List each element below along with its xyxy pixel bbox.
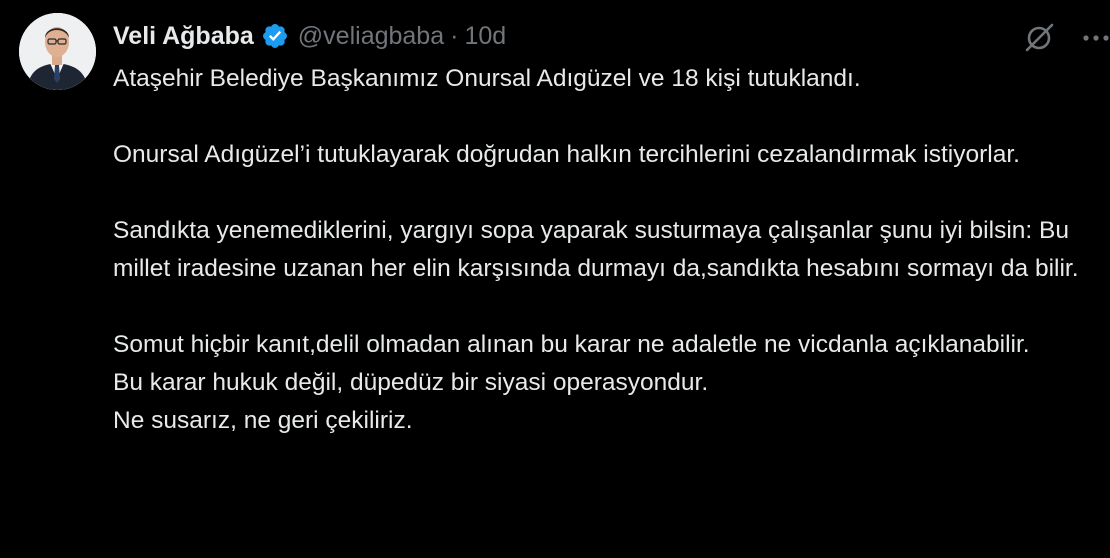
tweet-header: Veli Ağbaba @veliagbaba · 10d <box>113 18 506 54</box>
tweet-paragraph: Ataşehir Belediye Başkanımız Onursal Adı… <box>113 65 861 92</box>
tweet[interactable]: Veli Ağbaba @veliagbaba · 10d Ataşehir B… <box>0 0 1110 558</box>
tweet-paragraph: Ne susarız, ne geri çekiliriz. <box>113 407 413 434</box>
more-options-icon[interactable] <box>1074 24 1110 52</box>
avatar[interactable] <box>19 13 96 90</box>
separator-dot: · <box>450 21 459 50</box>
author-display-name[interactable]: Veli Ağbaba <box>113 22 254 51</box>
tweet-paragraph: Sandıkta yenemediklerini, yargıyı sopa y… <box>113 217 1079 282</box>
author-handle[interactable]: @veliagbaba <box>298 22 444 51</box>
grok-icon[interactable] <box>1022 20 1056 54</box>
tweet-text: Ataşehir Belediye Başkanımız Onursal Adı… <box>113 60 1108 440</box>
verified-badge-icon[interactable] <box>261 22 289 50</box>
tweet-paragraph: Somut hiçbir kanıt,delil olmadan alınan … <box>113 331 1030 358</box>
tweet-timestamp[interactable]: 10d <box>464 22 506 51</box>
tweet-paragraph: Bu karar hukuk değil, düpedüz bir siyasi… <box>113 369 709 396</box>
tweet-paragraph: Onursal Adıgüzel’i tutuklayarak doğrudan… <box>113 141 1020 168</box>
avatar-image <box>19 13 96 90</box>
